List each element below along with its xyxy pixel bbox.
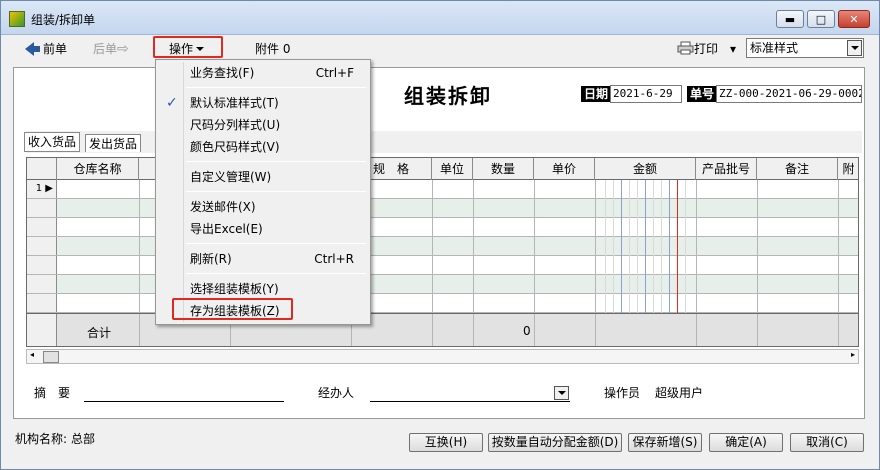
org-label: 机构名称:	[15, 432, 68, 446]
title-bar[interactable]: 组装/拆卸单 ▬ □ ✕	[1, 1, 879, 35]
col-batch[interactable]: 产品批号	[696, 158, 757, 180]
date-field[interactable]: 2021-6-29	[610, 85, 682, 103]
print-label: 打印	[694, 42, 719, 56]
attachment-count: 0	[282, 42, 291, 56]
chevron-down-icon	[557, 391, 566, 395]
horizontal-scrollbar[interactable]: ◂ ▸	[26, 349, 859, 364]
table-row[interactable]	[27, 237, 858, 256]
check-icon: ✓	[166, 95, 178, 111]
grid-header: 仓库名称 规 格 单位 数量 单价 金额 产品批号 备注 附	[27, 158, 858, 180]
number-label: 单号	[687, 86, 718, 102]
total-label: 合计	[87, 326, 112, 340]
print-button[interactable]: 打印	[677, 40, 718, 58]
menu-item-size-style[interactable]: 尺码分列样式(U)	[158, 114, 368, 136]
col-amount[interactable]: 金额	[595, 158, 696, 180]
prev-label: 前单	[43, 42, 68, 56]
scroll-left-icon[interactable]: ◂	[30, 350, 34, 359]
style-value: 标准样式	[750, 41, 799, 55]
summary-label: 摘 要	[34, 386, 71, 400]
col-attach[interactable]: 附	[838, 158, 858, 180]
arrow-right-icon: ⇨	[117, 41, 129, 57]
cancel-button[interactable]: 取消(C)	[790, 433, 864, 452]
total-quantity: 0	[523, 324, 531, 338]
operation-menu: 业务查找(F) Ctrl+F ✓ 默认标准样式(T) 尺码分列样式(U) 颜色尺码样…	[155, 59, 371, 325]
chevron-down-icon	[850, 46, 859, 50]
tab-strip	[26, 131, 862, 153]
col-quantity[interactable]: 数量	[473, 158, 534, 180]
form-title: 组装拆卸	[404, 84, 492, 108]
tab-outgoing[interactable]: 发出货品	[85, 134, 142, 152]
style-select[interactable]: 标准样式	[746, 38, 864, 58]
form-content: 组装拆卸 日期 2021-6-29 单号 ZZ-000-2021-06-29-0…	[13, 67, 865, 419]
row-index: 1	[35, 183, 43, 194]
next-label: 后单	[93, 42, 118, 56]
col-remark[interactable]: 备注	[757, 158, 838, 180]
table-row[interactable]	[27, 199, 858, 218]
col-unit[interactable]: 单位	[432, 158, 473, 180]
menu-item-export-excel[interactable]: 导出Excel(E)	[158, 218, 368, 240]
table-row[interactable]: 1 ▶	[27, 180, 858, 199]
col-warehouse[interactable]: 仓库名称	[57, 158, 139, 180]
number-field[interactable]: ZZ-000-2021-06-29-0002	[716, 85, 862, 103]
auto-allocate-button[interactable]: 按数量自动分配金额(D)	[488, 433, 622, 452]
table-row[interactable]	[27, 256, 858, 275]
handler-label: 经办人	[318, 386, 355, 400]
org-value: 总部	[71, 432, 96, 446]
menu-item-custom-manage[interactable]: 自定义管理(W)	[158, 166, 368, 188]
swap-button[interactable]: 互换(H)	[409, 433, 483, 452]
menu-item-search[interactable]: 业务查找(F) Ctrl+F	[158, 62, 368, 84]
attachment-label: 附件	[255, 42, 280, 56]
scroll-right-icon[interactable]: ▸	[851, 350, 855, 359]
assembly-window: 组装/拆卸单 ▬ □ ✕ 前单 后单⇨ 操作 附件 0 打印 ▾ 标准样式 组装…	[0, 0, 880, 470]
prev-button[interactable]: 前单	[25, 40, 67, 58]
maximize-button[interactable]: □	[807, 10, 835, 28]
attachment-button[interactable]: 附件 0	[255, 40, 290, 58]
save-add-button[interactable]: 保存新增(S)	[628, 433, 702, 452]
scroll-thumb[interactable]	[43, 351, 59, 363]
menu-item-default-style[interactable]: ✓ 默认标准样式(T)	[158, 92, 368, 114]
operator-value: 超级用户	[655, 386, 704, 400]
menu-item-select-template[interactable]: 选择组装模板(Y)	[158, 278, 368, 300]
table-row[interactable]	[27, 294, 858, 313]
print-dropdown-arrow[interactable]: ▾	[730, 40, 736, 58]
handler-input[interactable]	[370, 401, 570, 402]
menu-item-refresh[interactable]: 刷新(R) Ctrl+R	[158, 248, 368, 270]
menu-item-send-mail[interactable]: 发送邮件(X)	[158, 196, 368, 218]
tab-incoming[interactable]: 收入货品	[24, 132, 81, 152]
close-button[interactable]: ✕	[838, 10, 870, 28]
menu-item-color-size-style[interactable]: 颜色尺码样式(V)	[158, 136, 368, 158]
save-template-highlight	[172, 298, 293, 320]
app-icon	[9, 11, 25, 27]
date-label: 日期	[581, 86, 612, 102]
window-title: 组装/拆卸单	[31, 13, 96, 27]
select-dropdown-button[interactable]	[847, 40, 862, 56]
col-price[interactable]: 单价	[534, 158, 595, 180]
operation-highlight	[153, 36, 223, 58]
total-row: 合计 0	[27, 313, 858, 346]
ok-button[interactable]: 确定(A)	[709, 433, 783, 452]
summary-input[interactable]	[84, 401, 284, 402]
operator-label: 操作员	[604, 386, 641, 400]
handler-dropdown-button[interactable]	[554, 386, 569, 400]
printer-icon	[677, 41, 694, 55]
goods-grid[interactable]: 仓库名称 规 格 单位 数量 单价 金额 产品批号 备注 附 1 ▶ 合计 0	[26, 157, 859, 347]
table-row[interactable]	[27, 218, 858, 237]
next-button[interactable]: 后单⇨	[93, 40, 129, 58]
minimize-button[interactable]: ▬	[776, 10, 804, 28]
table-row[interactable]	[27, 275, 858, 294]
